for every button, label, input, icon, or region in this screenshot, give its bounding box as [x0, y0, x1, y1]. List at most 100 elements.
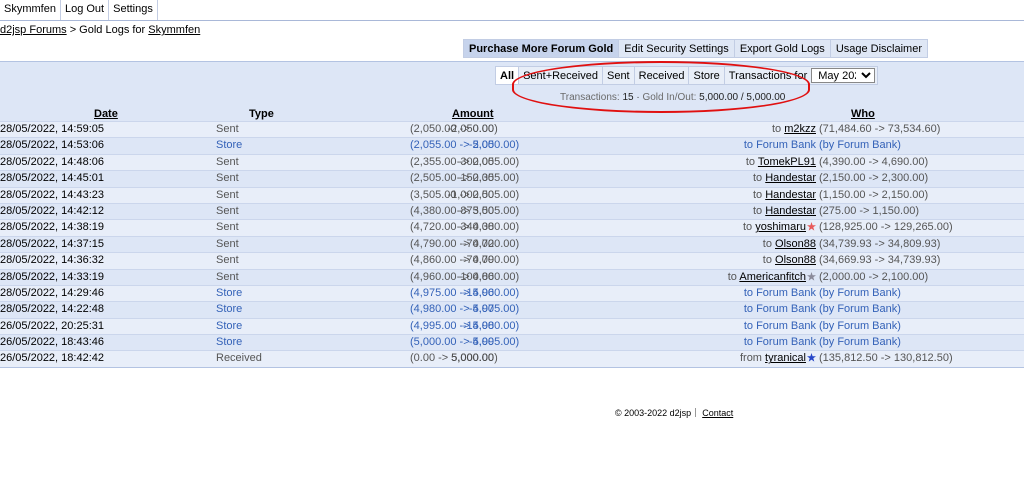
row-balance-change: (2,355.00 -> 2,055.00) [410, 155, 520, 168]
row-type: Store [216, 139, 243, 152]
table-row: 28/05/2022, 14:43:23 Sent -1,000.00 (3,505.… [0, 186, 1024, 203]
column-who[interactable]: Who [851, 108, 875, 120]
row-balance-change: (2,055.00 -> 2,050.00) [410, 139, 520, 152]
user-link[interactable]: Americanfitch [739, 271, 806, 283]
row-type: Sent [216, 155, 239, 168]
row-date: 28/05/2022, 14:22:48 [0, 303, 104, 316]
user-link[interactable]: TomekPL91 [758, 156, 816, 168]
row-balance-change: (4,975.00 -> 4,960.00) [410, 286, 520, 299]
row-who: to m2kzz [772, 123, 816, 135]
row-who: to Olson88 [763, 254, 816, 266]
row-type: Store [216, 319, 243, 332]
row-date: 28/05/2022, 14:53:06 [0, 139, 104, 152]
row-who-balance: (34,739.93 -> 34,809.93) [819, 237, 941, 250]
row-type: Sent [216, 270, 239, 283]
settings-link[interactable]: Settings [109, 0, 158, 20]
row-who-balance: (by Forum Bank) [819, 319, 901, 332]
row-who-balance: (275.00 -> 1,150.00) [819, 204, 919, 217]
row-who-prefix: to Forum Bank [743, 303, 816, 316]
row-who-prefix: to [771, 123, 782, 135]
row-who-prefix: to [752, 204, 763, 217]
row-who-prefix: to Forum Bank [743, 336, 816, 349]
user-link[interactable]: Olson88 [775, 254, 816, 266]
user-link[interactable]: Handestar [765, 205, 816, 217]
top-nav: Skymmfen Log Out Settings [0, 0, 1024, 21]
column-date[interactable]: Date [94, 108, 118, 120]
row-who-balance: (128,925.00 -> 129,265.00) [819, 221, 953, 234]
gold-log-table: 28/05/2022, 14:59:05 Sent -2,050.00 (2,050.… [0, 121, 1024, 367]
logout-link[interactable]: Log Out [61, 0, 110, 20]
table-row: 26/05/2022, 18:42:42 Received 5,000.00 (0.0… [0, 350, 1024, 367]
grey-star-icon [806, 271, 816, 283]
table-row: 28/05/2022, 14:59:05 Sent -2,050.00 (2,050.… [0, 121, 1024, 138]
row-who-prefix: to [727, 270, 737, 283]
row-type: Store [216, 286, 243, 299]
table-row: 28/05/2022, 14:36:32 Sent -70.00 (4,860.00 … [0, 252, 1024, 269]
row-balance-change: (2,505.00 -> 2,355.00) [410, 172, 520, 185]
row-balance-change: (4,380.00 -> 3,505.00) [410, 204, 520, 217]
row-who-balance: (2,000.00 -> 2,100.00) [819, 270, 929, 283]
row-date: 28/05/2022, 14:29:46 [0, 286, 104, 299]
row-who-prefix: to Forum Bank [743, 139, 816, 152]
row-date: 28/05/2022, 14:33:19 [0, 270, 104, 283]
tab-edit-security[interactable]: Edit Security Settings [619, 40, 735, 57]
row-balance-change: (4,960.00 -> 4,860.00) [410, 270, 520, 283]
row-who: to Forum Bank [744, 320, 816, 332]
user-link[interactable]: Handestar [765, 189, 816, 201]
row-who-balance: (135,812.50 -> 130,812.50) [819, 352, 953, 365]
user-link[interactable]: m2kzz [784, 123, 816, 135]
row-who-balance: (by Forum Bank) [819, 286, 901, 299]
column-amount[interactable]: Amount [452, 108, 494, 120]
row-type: Sent [216, 221, 239, 234]
row-type: Store [216, 336, 243, 349]
row-date: 28/05/2022, 14:38:19 [0, 221, 104, 234]
breadcrumb-user-link[interactable]: Skymmfen [148, 24, 200, 36]
user-link[interactable]: Handestar [765, 172, 816, 184]
user-link[interactable]: Olson88 [775, 238, 816, 250]
row-date: 26/05/2022, 20:25:31 [0, 319, 104, 332]
user-menu-link[interactable]: Skymmfen [0, 0, 61, 20]
row-balance-change: (4,980.00 -> 4,975.00) [410, 303, 520, 316]
table-header: Date Type Amount Who [0, 108, 1024, 122]
table-row: 26/05/2022, 20:25:31 Store -15.00 (4,995.00… [0, 317, 1024, 335]
row-balance-change: (4,995.00 -> 4,980.00) [410, 319, 520, 332]
row-who-prefix: from [739, 352, 762, 365]
table-row: 28/05/2022, 14:33:19 Sent -100.00 (4,960.00… [0, 268, 1024, 285]
row-who: to yoshimaru [743, 221, 816, 233]
row-balance-change: (5,000.00 -> 4,995.00) [410, 336, 520, 349]
row-who-prefix: to [762, 254, 772, 267]
contact-link[interactable]: Contact [702, 408, 733, 418]
row-who: to Forum Bank [744, 139, 816, 151]
row-who: to Handestar [753, 189, 816, 201]
row-date: 28/05/2022, 14:43:23 [0, 188, 104, 201]
row-date: 28/05/2022, 14:37:15 [0, 237, 104, 250]
row-type: Sent [216, 237, 239, 250]
table-row: 28/05/2022, 14:29:46 Store -15.00 (4,975.00… [0, 284, 1024, 302]
user-link[interactable]: tyranical [765, 352, 806, 364]
row-who-balance: (1,150.00 -> 2,150.00) [819, 188, 929, 201]
tab-export-logs[interactable]: Export Gold Logs [735, 40, 831, 57]
blue-star-icon [806, 352, 816, 364]
row-who: to Olson88 [763, 238, 816, 250]
footer: © 2003-2022 d2jsp Contact [615, 408, 733, 418]
row-who-balance: (4,390.00 -> 4,690.00) [819, 155, 929, 168]
breadcrumb-separator: > Gold Logs for [66, 24, 149, 36]
row-date: 26/05/2022, 18:43:46 [0, 336, 104, 349]
tab-usage-disclaimer[interactable]: Usage Disclaimer [831, 40, 927, 57]
row-who-balance: (by Forum Bank) [819, 303, 901, 316]
row-who-prefix: to Forum Bank [743, 286, 816, 299]
row-who-balance: (34,669.93 -> 34,739.93) [819, 254, 941, 267]
red-annotation-circle [512, 61, 810, 113]
month-select[interactable]: May 2022 [811, 68, 876, 83]
row-date: 28/05/2022, 14:42:12 [0, 204, 104, 217]
breadcrumb-forums-link[interactable]: d2jsp Forums [0, 24, 67, 36]
row-date: 28/05/2022, 14:45:01 [0, 172, 104, 185]
table-row: 28/05/2022, 14:37:15 Sent -70.00 (4,790.00 … [0, 235, 1024, 253]
table-row: 26/05/2022, 18:43:46 Store -5.00 (5,000.00 … [0, 334, 1024, 351]
gold-actions-tabs: Purchase More Forum Gold Edit Security S… [463, 39, 929, 58]
tab-purchase-gold[interactable]: Purchase More Forum Gold [464, 40, 620, 57]
row-who: to Handestar [753, 205, 816, 217]
red-star-icon [806, 221, 816, 233]
row-who: to Forum Bank [744, 287, 816, 299]
user-link[interactable]: yoshimaru [755, 221, 806, 233]
